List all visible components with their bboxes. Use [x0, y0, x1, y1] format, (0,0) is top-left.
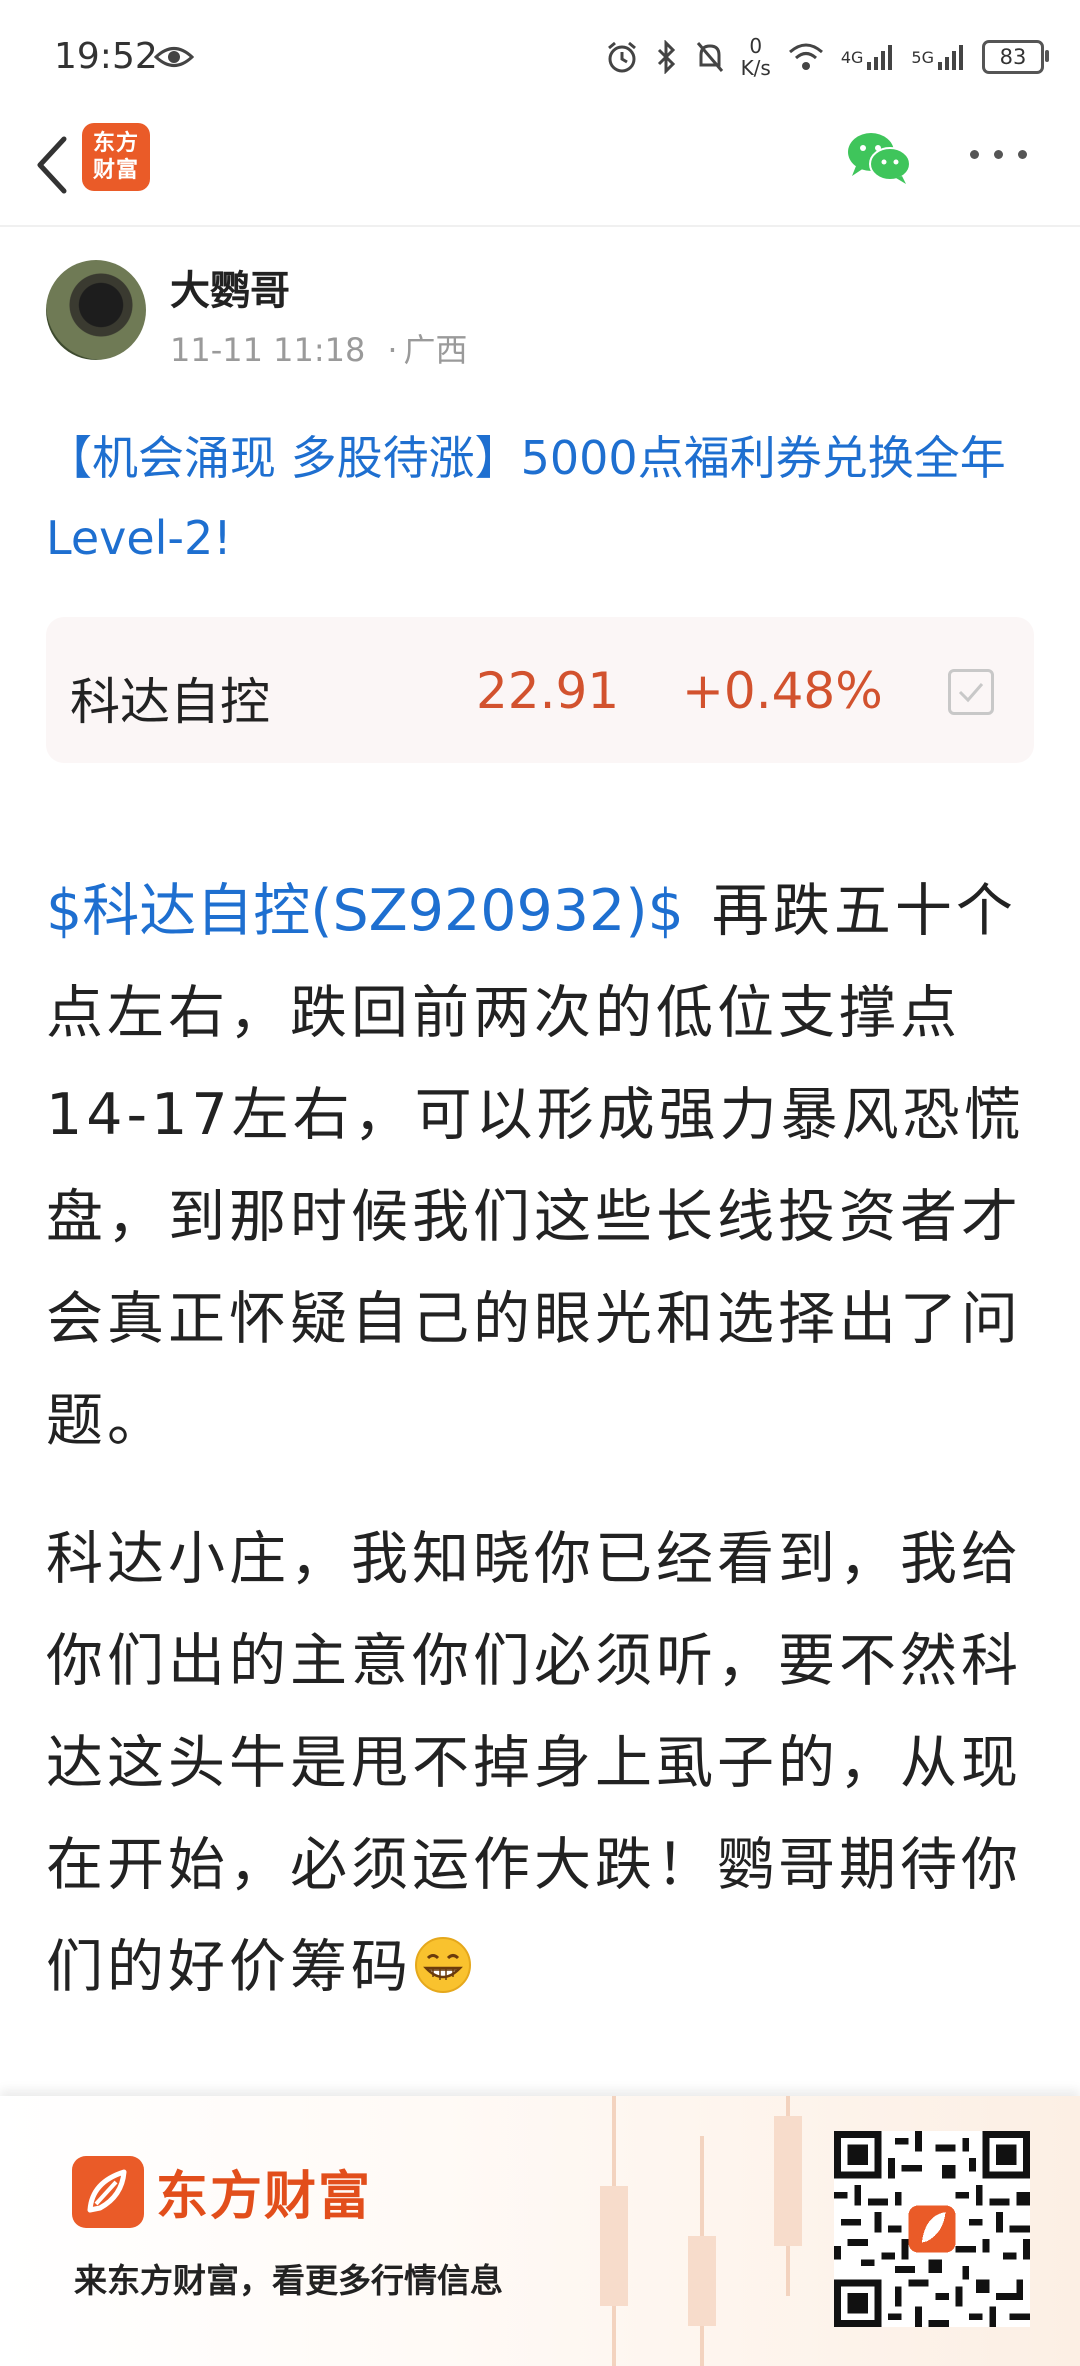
- top-nav-bar: 东方 财富: [0, 110, 1080, 227]
- stock-price: 22.91: [476, 662, 620, 720]
- paragraph-text: 科达小庄，我知晓你已经看到，我给你们出的主意你们必须听，要不然科达这头牛是甩不掉…: [46, 1526, 1022, 2000]
- decor-candle: [774, 2116, 802, 2246]
- wechat-share-button[interactable]: [846, 130, 912, 190]
- wechat-icon: [848, 133, 911, 184]
- stock-change: +0.48%: [682, 662, 883, 720]
- eye-icon: [154, 47, 194, 67]
- back-arrow-icon: [37, 136, 67, 194]
- network-label-2: 5G: [911, 47, 934, 67]
- status-bar: 19:52 0 K/s 4G 5G 83: [0, 0, 1080, 110]
- post-location: 广西: [403, 331, 468, 369]
- add-watchlist-checkbox[interactable]: [948, 669, 994, 715]
- post-body: $科达自控(SZ920932)$ 再跌五十个点左右，跌回前两次的低位支撑点14-1…: [46, 860, 1036, 2018]
- body-paragraph: 科达小庄，我知晓你已经看到，我给你们出的主意你们必须听，要不然科达这头牛是甩不掉…: [46, 1508, 1036, 2018]
- back-button[interactable]: [22, 130, 82, 200]
- wifi-icon: [788, 43, 823, 70]
- meta-separator: ·: [387, 331, 398, 369]
- signal-icon: [938, 45, 963, 70]
- leaf-icon: [87, 2169, 127, 2213]
- brand-logo-icon: [72, 2156, 144, 2228]
- stock-mention-link[interactable]: $科达自控(SZ920932)$: [46, 878, 684, 944]
- stock-quote-card[interactable]: 科达自控 22.91 +0.48%: [46, 617, 1034, 763]
- net-speed: 0 K/s: [740, 34, 771, 80]
- more-dot-icon: [970, 150, 979, 159]
- footer-slogan: 来东方财富，看更多行情信息: [74, 2261, 503, 2300]
- signal-icon: [867, 45, 893, 70]
- post-meta: 11-11 11:18 · 广西: [170, 325, 468, 371]
- network-label-1: 4G: [840, 47, 864, 67]
- more-options-button[interactable]: [970, 150, 1027, 159]
- footer-brand-name: 东方财富: [156, 2167, 373, 2227]
- battery-indicator: 83: [982, 40, 1049, 74]
- status-time: 19:52: [54, 36, 158, 77]
- grin-emoji-icon: [415, 1937, 471, 1993]
- post-title-link[interactable]: 【机会涌现 多股待涨】5000点福利券兑换全年Level-2!: [46, 418, 1036, 578]
- more-dot-icon: [1018, 150, 1027, 159]
- decor-candle: [600, 2186, 628, 2306]
- status-icons: 0 K/s 4G 5G 83: [605, 34, 1049, 80]
- body-paragraph: $科达自控(SZ920932)$ 再跌五十个点左右，跌回前两次的低位支撑点14-1…: [46, 860, 1036, 1472]
- decor-candle: [688, 2236, 716, 2326]
- paragraph-text: 再跌五十个点左右，跌回前两次的低位支撑点14-17左右，可以形成强力暴风恐慌盘，…: [46, 878, 1025, 1454]
- mute-bell-icon: [696, 42, 723, 72]
- post-datetime: 11-11 11:18: [170, 331, 366, 369]
- alarm-icon: [607, 41, 636, 73]
- check-icon: [958, 683, 984, 703]
- author-avatar[interactable]: [46, 260, 146, 360]
- qr-code-icon: [834, 2131, 1030, 2327]
- footer-banner[interactable]: 东方财富 来东方财富，看更多行情信息: [0, 2096, 1080, 2366]
- stock-name: 科达自控: [70, 673, 270, 731]
- brand-logo[interactable]: 东方 财富: [82, 123, 150, 191]
- more-dot-icon: [994, 150, 1003, 159]
- author-name[interactable]: 大鹦哥: [170, 258, 290, 316]
- bluetooth-icon: [657, 40, 675, 74]
